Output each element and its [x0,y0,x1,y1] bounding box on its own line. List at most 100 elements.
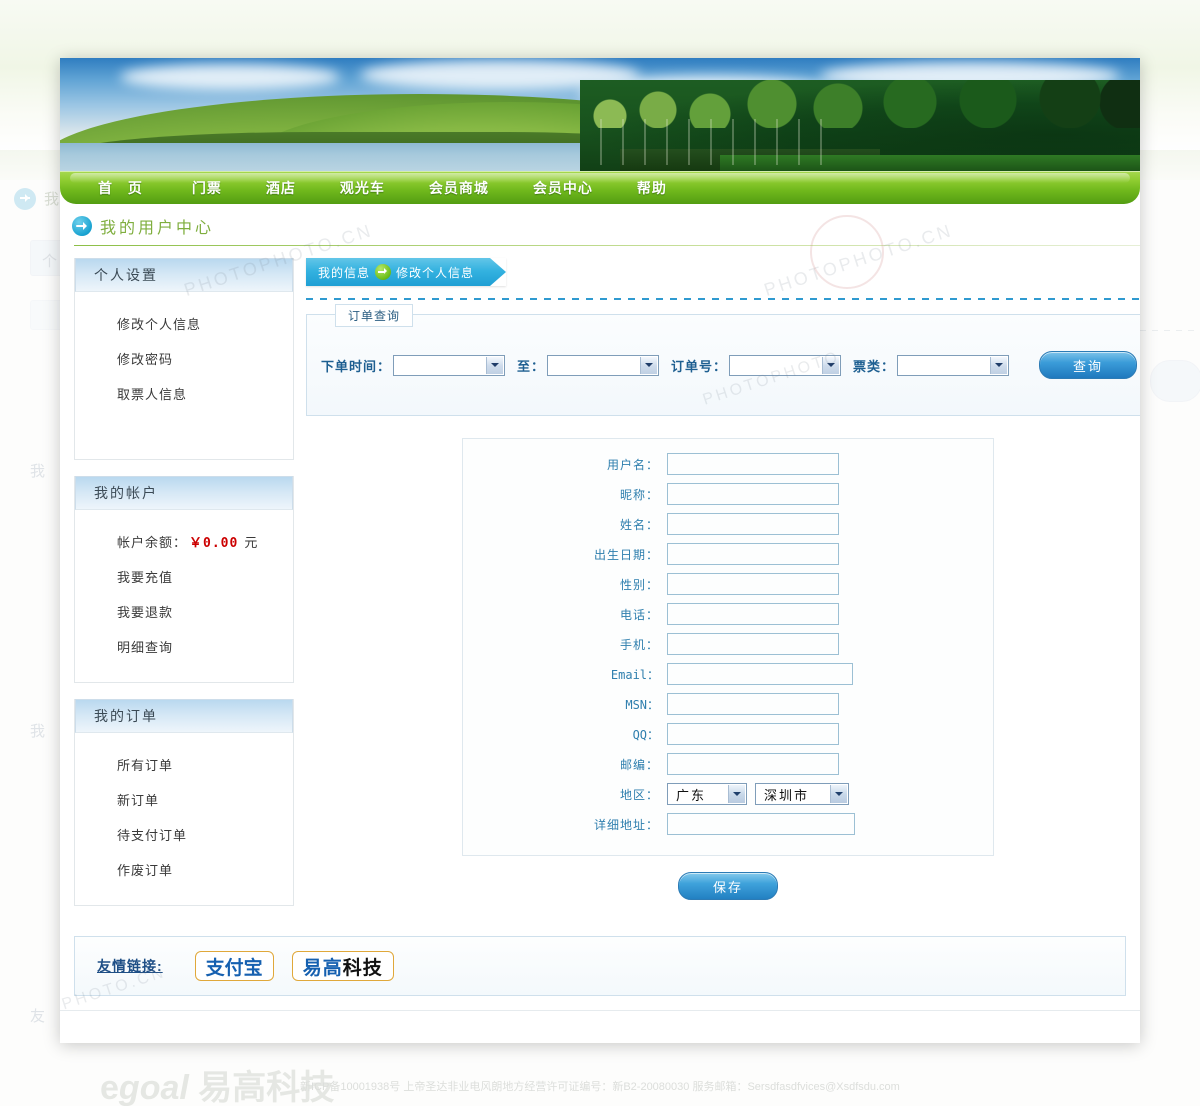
region-label: 地区： [620,787,660,802]
ghost-panel-label: 个 [42,253,60,270]
province-select[interactable]: 广东 [667,783,748,805]
birthdate-input[interactable] [667,543,840,565]
nav-item-help[interactable]: 帮助 [615,178,689,198]
nav-item-hotel[interactable]: 酒店 [244,178,318,198]
ghost-footer-logo: egoal 易高科技 [100,1069,335,1106]
order-date-to-label: 至： [517,358,546,374]
breadcrumb-item-my-info[interactable]: 我的信息 [318,264,370,281]
panel-my-orders-body: 所有订单 新订单 待支付订单 作废订单 [75,733,293,905]
ghost-text-a: 我 [30,463,48,480]
screenshot-stage: 我 个 我 我 友 egoal 易高科技 新ICP备10001938号 上帝圣达… [0,0,1200,1106]
form-row-address: 详细地址： [463,813,993,835]
phone-label: 电话： [620,607,660,622]
email-input[interactable] [667,663,854,685]
form-row-birthdate: 出生日期： [463,543,993,565]
friend-links-label[interactable]: 友情链接: [97,956,163,976]
chevron-down-icon[interactable] [486,356,504,374]
form-row-mobile: 手机： [463,633,993,655]
arrow-circle-icon [72,216,92,236]
sidebar-item-change-password[interactable]: 修改密码 [117,349,293,368]
save-button[interactable]: 保存 [678,872,779,900]
gender-input[interactable] [667,573,840,595]
mobile-input[interactable] [667,633,840,655]
address-input[interactable] [667,813,856,835]
sidebar-item-refund[interactable]: 我要退款 [117,602,293,621]
breadcrumb-wrap: 我的信息 修改个人信息 [306,258,1140,294]
email-label: Email： [610,667,660,682]
egoal-logo-text: 易高科技 [303,953,383,980]
sidebar-item-all-orders[interactable]: 所有订单 [117,755,293,774]
msn-input[interactable] [667,693,840,715]
main-column: 我的信息 修改个人信息 订单查询 下单时间： 至： 订单号： 票类： 查询 用户… [306,258,1140,910]
city-value: 深圳市 [764,787,810,803]
qq-input[interactable] [667,723,840,745]
nickname-input[interactable] [667,483,840,505]
panel-my-orders: 我的订单 所有订单 新订单 待支付订单 作废订单 [74,699,294,906]
panel-my-orders-heading: 我的订单 [75,699,293,733]
order-date-from-select[interactable] [393,354,506,376]
qq-label: QQ： [632,727,660,742]
sidebar-item-transaction-details[interactable]: 明细查询 [117,637,293,656]
account-balance-row: 帐户余额： ￥0.00 元 [117,532,293,551]
sidebar: 个人设置 修改个人信息 修改密码 取票人信息 我的帐户 帐户余额： ￥0.00 元 … [74,258,294,922]
birthdate-label: 出生日期： [594,547,660,562]
panel-personal-settings-body: 修改个人信息 修改密码 取票人信息 [75,292,293,459]
cloud-1 [120,64,340,90]
nav-item-member-mall[interactable]: 会员商城 [407,178,511,198]
breadcrumb: 我的信息 修改个人信息 [306,258,507,286]
phone-input[interactable] [667,603,840,625]
sidebar-item-recharge[interactable]: 我要充值 [117,567,293,586]
panel-my-account-heading: 我的帐户 [75,476,293,510]
site-footer: egoal 易高科技 新ICP备10001938号 上帝圣达非业电风朗地方经营许… [60,1010,1140,1043]
nav-item-tickets[interactable]: 门票 [170,178,244,198]
sidebar-item-cancelled-orders[interactable]: 作废订单 [117,860,293,879]
panel-my-account-body: 帐户余额： ￥0.00 元 我要充值 我要退款 明细查询 [75,510,293,682]
realname-input[interactable] [667,513,840,535]
chevron-down-icon[interactable] [822,356,840,374]
order-query-row: 下单时间： 至： 订单号： 票类： 查询 [307,315,1140,415]
sidebar-item-ticket-collector[interactable]: 取票人信息 [117,384,293,403]
sidebar-item-edit-profile[interactable]: 修改个人信息 [117,314,293,333]
birch-trunks [600,119,840,165]
form-row-qq: QQ： [463,723,993,745]
form-row-phone: 电话： [463,603,993,625]
query-button[interactable]: 查询 [1039,351,1138,379]
order-date-from-label: 下单时间： [321,358,392,374]
username-input[interactable] [667,453,840,475]
zipcode-input[interactable] [667,753,840,775]
chevron-down-icon[interactable] [640,356,658,374]
nav-item-member-center[interactable]: 会员中心 [511,178,615,198]
sidebar-item-new-orders[interactable]: 新订单 [117,790,293,809]
egoal-tech-logo[interactable]: 易高科技 [291,951,394,981]
page-content: 个人设置 修改个人信息 修改密码 取票人信息 我的帐户 帐户余额： ￥0.00 元 … [60,248,1140,922]
alipay-logo[interactable]: 支付宝 [194,951,274,981]
panel-personal-settings: 个人设置 修改个人信息 修改密码 取票人信息 [74,258,294,460]
panel-personal-settings-heading: 个人设置 [75,258,293,292]
form-row-nickname: 昵称： [463,483,993,505]
city-select[interactable]: 深圳市 [755,783,850,805]
page-title-row: 我的用户中心 [60,204,1140,248]
chevron-down-icon[interactable] [990,356,1008,374]
save-button-wrap: 保存 [306,856,1140,910]
ghost-text-b: 我 [30,723,48,740]
breadcrumb-item-edit-profile[interactable]: 修改个人信息 [396,264,474,281]
site-page: 首 页 门票 酒店 观光车 会员商城 会员中心 帮助 我的用户中心 个人设置 修… [60,58,1140,1043]
footer-logo: egoal 易高科技 [90,1039,301,1043]
chevron-down-icon[interactable] [830,785,848,803]
chevron-down-icon[interactable] [728,785,746,803]
order-number-select[interactable] [729,354,842,376]
form-row-realname: 姓名： [463,513,993,535]
ghost-text-c: 友 [30,1008,48,1025]
nav-item-home[interactable]: 首 页 [88,178,170,198]
ghost-arrow-icon [14,188,36,210]
sidebar-item-pending-payment-orders[interactable]: 待支付订单 [117,825,293,844]
ticket-type-select[interactable] [897,354,1010,376]
order-date-to-select[interactable] [547,354,660,376]
province-value: 广东 [676,787,707,803]
form-row-email: Email： [463,663,993,685]
msn-label: MSN： [625,697,660,712]
nav-item-sightseeing-bus[interactable]: 观光车 [318,178,407,198]
mobile-label: 手机： [620,637,660,652]
ghost-pill [1150,360,1200,402]
profile-form: 用户名： 昵称： 姓名： 出生日期： 性别： 电话： 手机： Email： MS… [462,438,995,856]
